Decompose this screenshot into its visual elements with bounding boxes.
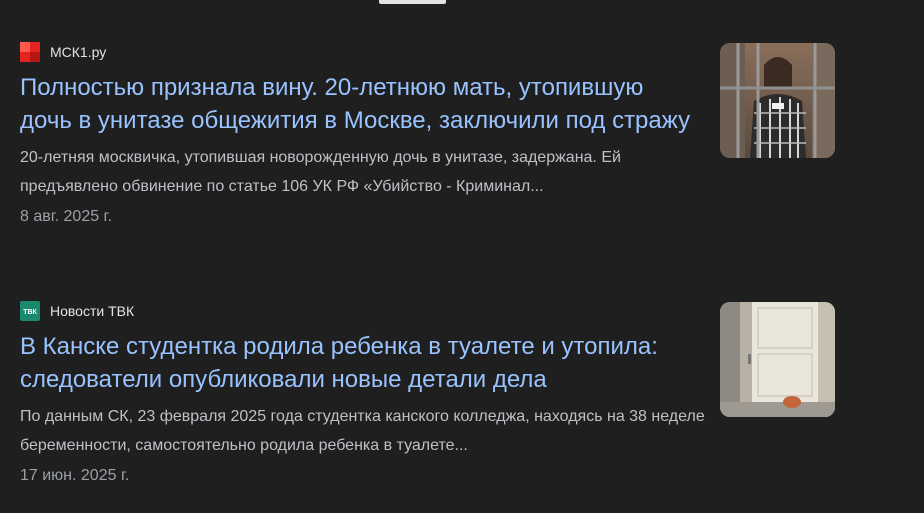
source-name[interactable]: МСК1.ру: [50, 44, 106, 60]
article-thumbnail[interactable]: [720, 302, 835, 417]
article-headline-link[interactable]: Полностью признала вину. 20-летнюю мать,…: [20, 71, 700, 137]
source-name[interactable]: Новости ТВК: [50, 303, 134, 319]
svg-text:ТВК: ТВК: [23, 309, 37, 316]
article-snippet: 20-летняя москвичка, утопившая новорожде…: [20, 149, 621, 195]
article-date: 17 июн. 2025 г.: [20, 467, 130, 484]
tvk-logo-icon: ТВК: [20, 301, 40, 321]
article-thumbnail[interactable]: [720, 43, 835, 158]
news-card[interactable]: МСК1.ру Полностью признала вину. 20-летн…: [20, 42, 835, 226]
article-date: 8 авг. 2025 г.: [20, 208, 112, 225]
msk1-logo-icon: [20, 42, 40, 62]
article-headline-link[interactable]: В Канске студентка родила ребенка в туал…: [20, 330, 700, 396]
source-row[interactable]: ТВК Новости ТВК: [20, 301, 835, 321]
source-row[interactable]: МСК1.ру: [20, 42, 835, 62]
tab-indicator: [379, 0, 446, 4]
news-card[interactable]: ТВК Новости ТВК В Канске студентка родил…: [20, 301, 835, 485]
article-snippet: По данным СК, 23 февраля 2025 года студе…: [20, 408, 705, 454]
